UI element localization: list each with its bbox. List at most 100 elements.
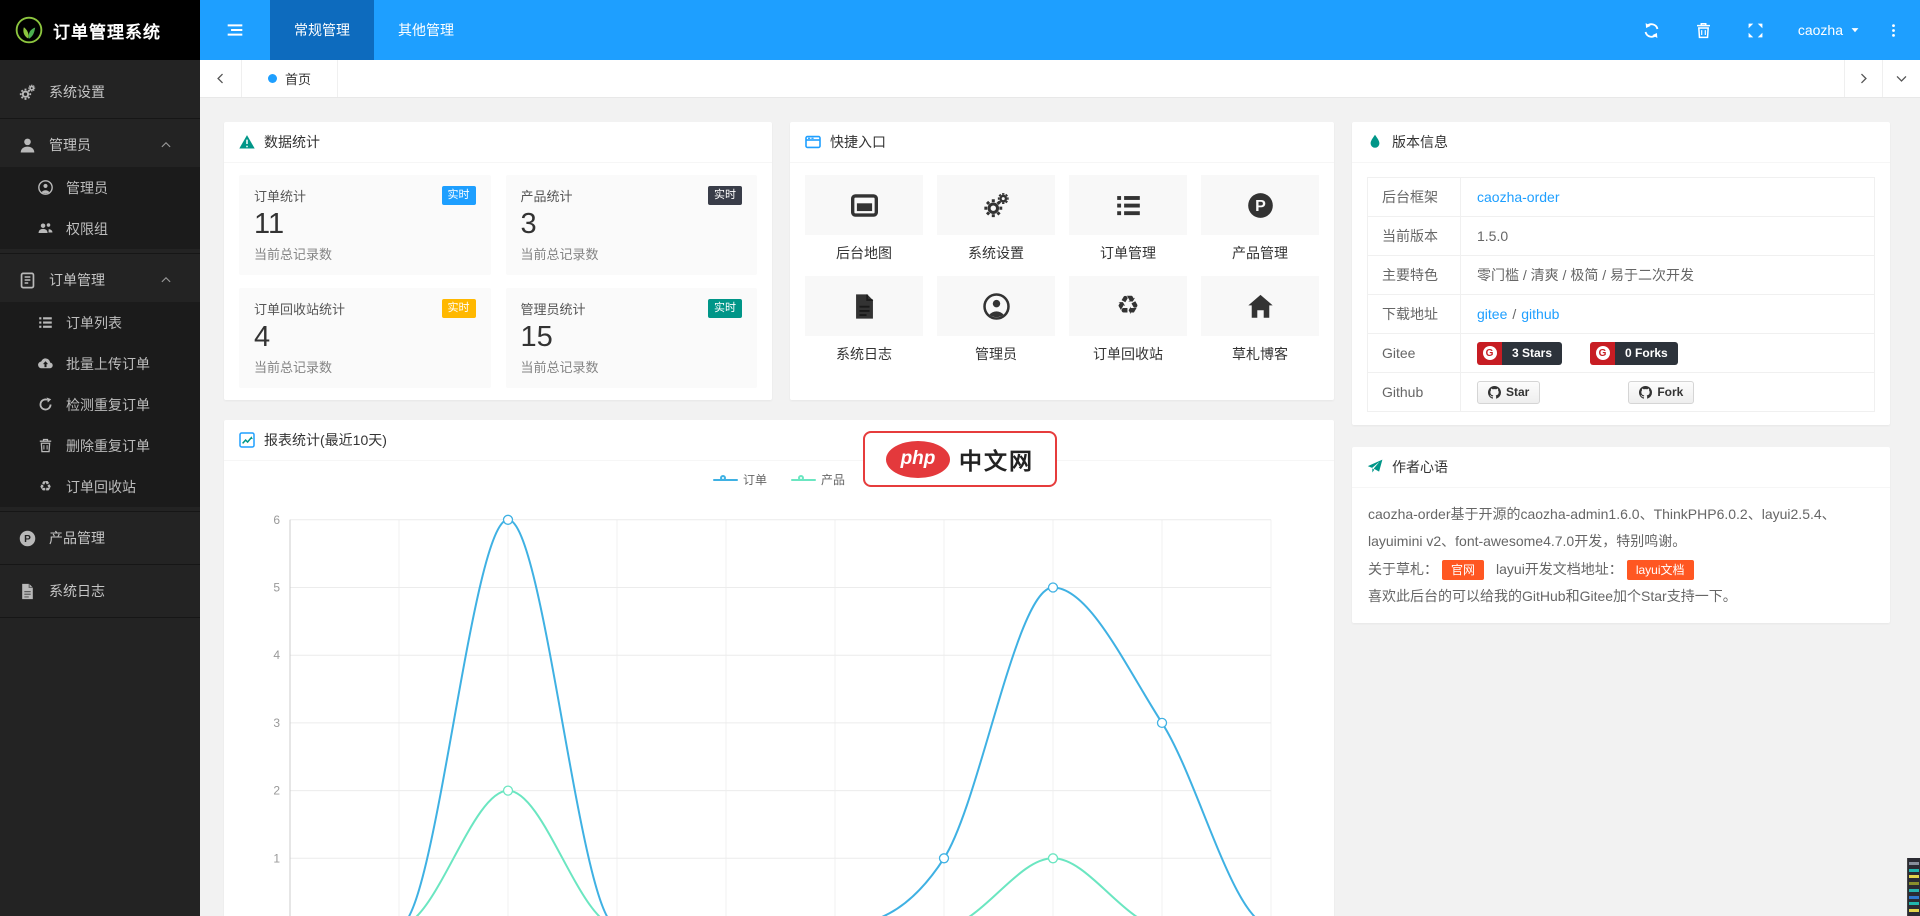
layui-docs-badge[interactable]: layui文档 bbox=[1626, 559, 1694, 580]
user-circle-icon bbox=[38, 180, 53, 195]
fullscreen-icon[interactable] bbox=[1730, 0, 1782, 60]
refresh-icon[interactable] bbox=[1626, 0, 1678, 60]
stat-box-2: 订单回收站统计 实时 4 当前总记录数 bbox=[239, 288, 491, 388]
version-row-4: Gitee G 3 Stars G 0 Forks bbox=[1368, 334, 1874, 373]
quick-link-label: 订单管理 bbox=[1100, 245, 1156, 261]
sidebar-item-管理员[interactable]: 管理员 bbox=[0, 123, 200, 167]
sidebar-item-label: 管理员 bbox=[49, 137, 91, 153]
quick-link-管理员[interactable]: 管理员 bbox=[937, 276, 1055, 368]
quick-link-订单管理[interactable]: 订单管理 bbox=[1069, 175, 1187, 267]
official-site-badge[interactable]: 官网 bbox=[1442, 559, 1485, 580]
sidebar-group: 系统日志 bbox=[0, 565, 200, 618]
github-Star-button[interactable]: Star bbox=[1477, 380, 1541, 404]
svg-text:6: 6 bbox=[273, 513, 280, 527]
tab-home[interactable]: 首页 bbox=[242, 60, 338, 97]
cloud-upload-icon bbox=[38, 356, 53, 371]
header-tab-1[interactable]: 其他管理 bbox=[374, 0, 478, 60]
sidebar-subitem-订单列表[interactable]: 订单列表 bbox=[0, 302, 200, 343]
droplet-icon bbox=[1367, 134, 1383, 150]
user-menu[interactable]: caozha bbox=[1782, 0, 1876, 60]
header-tab-0[interactable]: 常规管理 bbox=[270, 0, 374, 60]
address-book-icon bbox=[19, 272, 36, 289]
main-content: 数据统计 订单统计 实时 11 当前总记录数 产品统计 实时 3 当前总记录数 订单回收站统计实… bbox=[200, 98, 1920, 916]
stat-note: 当前总记录数 bbox=[520, 246, 599, 262]
sidebar-group: P 产品管理 bbox=[0, 512, 200, 565]
page-tabbar: 首页 bbox=[200, 60, 1920, 98]
stat-note: 当前总记录数 bbox=[254, 359, 333, 375]
user-icon bbox=[19, 137, 36, 154]
list-icon bbox=[1115, 192, 1142, 219]
tabs-menu-button[interactable] bbox=[1882, 60, 1920, 97]
stat-label: 订单统计 bbox=[254, 189, 307, 205]
app-title: 订单管理系统 bbox=[53, 22, 161, 42]
quick-link-草札博客[interactable]: 草札博客 bbox=[1201, 276, 1319, 368]
paper-plane-icon bbox=[1367, 459, 1383, 475]
scroll-indicator-widget[interactable] bbox=[1907, 858, 1920, 916]
version-card-title: 版本信息 bbox=[1392, 134, 1448, 150]
quick-link-订单回收站[interactable]: ♻ 订单回收站 bbox=[1069, 276, 1187, 368]
line-chart: 1 2 3 4 5 6 bbox=[224, 458, 1332, 916]
chart-legend: 订单 产品 bbox=[224, 471, 1334, 488]
author-line3: 喜欢此后台的可以给我的GitHub和Gitee加个Star支持一下。 bbox=[1368, 587, 1737, 604]
list-icon bbox=[38, 315, 53, 330]
sidebar-item-订单管理[interactable]: 订单管理 bbox=[0, 258, 200, 302]
author-line2-mid: layui开发文档地址： bbox=[1496, 560, 1623, 577]
app-logo: 订单管理系统 bbox=[0, 0, 200, 60]
gears-icon bbox=[19, 84, 36, 101]
github-link[interactable]: github bbox=[1521, 306, 1559, 322]
version-row-2: 主要特色 零门槛 / 清爽 / 极简 / 易于二次开发 bbox=[1368, 256, 1874, 295]
author-paragraph: caozha-order基于开源的caozha-admin1.6.0、Think… bbox=[1368, 506, 1836, 550]
caret-down-icon bbox=[1850, 25, 1860, 35]
version-value: 1.5.0 bbox=[1477, 228, 1509, 244]
stat-box-0: 订单统计 实时 11 当前总记录数 bbox=[239, 175, 491, 275]
sidebar-item-系统日志[interactable]: 系统日志 bbox=[0, 569, 200, 613]
version-row-1: 当前版本 1.5.0 bbox=[1368, 217, 1874, 256]
quick-link-label: 系统日志 bbox=[836, 346, 892, 362]
top-header: 常规管理 其他管理 caozha bbox=[200, 0, 1920, 60]
gitee-badge[interactable]: G3 Stars bbox=[1477, 341, 1563, 365]
stats-card-title: 数据统计 bbox=[264, 134, 320, 150]
sidebar-subitem-删除重复订单[interactable]: 删除重复订单 bbox=[0, 425, 200, 466]
quick-link-label: 产品管理 bbox=[1232, 245, 1288, 261]
quick-link-后台地图[interactable]: 后台地图 bbox=[805, 175, 923, 267]
legend-item-产品[interactable]: 产品 bbox=[791, 471, 845, 488]
menu-toggle-icon[interactable] bbox=[200, 0, 270, 60]
sidebar-subitem-管理员[interactable]: 管理员 bbox=[0, 167, 200, 208]
quick-link-产品管理[interactable]: P 产品管理 bbox=[1201, 175, 1319, 267]
tabs-scroll-left-button[interactable] bbox=[200, 60, 242, 97]
sidebar-subitem-权限组[interactable]: 权限组 bbox=[0, 208, 200, 249]
version-row-label: 后台框架 bbox=[1368, 178, 1461, 216]
framework-link[interactable]: caozha-order bbox=[1477, 189, 1560, 205]
kebab-menu-icon[interactable] bbox=[1876, 0, 1910, 60]
sidebar-subitem-批量上传订单[interactable]: 批量上传订单 bbox=[0, 343, 200, 384]
gears-icon bbox=[983, 192, 1010, 219]
quick-link-系统设置[interactable]: 系统设置 bbox=[937, 175, 1055, 267]
file-icon bbox=[19, 583, 36, 600]
gitee-badge[interactable]: G0 Forks bbox=[1590, 341, 1678, 365]
sidebar-subitem-检测重复订单[interactable]: 检测重复订单 bbox=[0, 384, 200, 425]
clear-trash-icon[interactable] bbox=[1678, 0, 1730, 60]
sidebar-subitem-订单回收站[interactable]: ♻ 订单回收站 bbox=[0, 466, 200, 507]
file-icon bbox=[851, 293, 878, 320]
stat-label: 订单回收站统计 bbox=[254, 302, 346, 318]
chevron-up-icon bbox=[160, 139, 172, 151]
home-icon bbox=[1247, 293, 1274, 320]
chevron-up-icon bbox=[160, 274, 172, 286]
quick-link-系统日志[interactable]: 系统日志 bbox=[805, 276, 923, 368]
sidebar-item-产品管理[interactable]: P 产品管理 bbox=[0, 516, 200, 560]
gitee-link[interactable]: gitee bbox=[1477, 306, 1507, 322]
svg-text:1: 1 bbox=[273, 851, 280, 865]
quick-link-label: 后台地图 bbox=[836, 245, 892, 261]
watermark-text: 中文网 bbox=[959, 448, 1034, 474]
version-row-0: 后台框架 caozha-order bbox=[1368, 178, 1874, 217]
quick-link-label: 管理员 bbox=[975, 346, 1017, 362]
sidebar-item-label: 管理员 bbox=[66, 179, 108, 196]
sidebar-item-label: 系统日志 bbox=[49, 583, 105, 599]
github-Fork-button[interactable]: Fork bbox=[1628, 380, 1695, 404]
tabs-scroll-right-button[interactable] bbox=[1844, 60, 1882, 97]
legend-item-订单[interactable]: 订单 bbox=[712, 471, 767, 488]
recycle-icon: ♻ bbox=[39, 478, 52, 495]
stats-card: 数据统计 订单统计 实时 11 当前总记录数 产品统计 实时 3 当前总记录数 订单回收站统计实… bbox=[224, 122, 772, 400]
sidebar-item-系统设置[interactable]: 系统设置 bbox=[0, 70, 200, 114]
svg-text:P: P bbox=[1255, 197, 1266, 215]
